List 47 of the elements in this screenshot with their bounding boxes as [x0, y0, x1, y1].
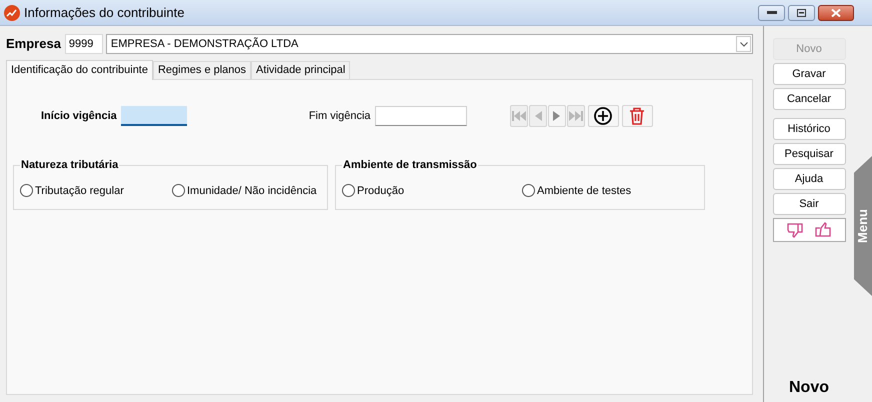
- status-text: Novo: [789, 378, 829, 398]
- company-dropdown[interactable]: EMPRESA - DEMONSTRAÇÃO LTDA: [106, 34, 753, 54]
- restore-button[interactable]: [788, 4, 815, 20]
- chevron-down-icon: [740, 42, 748, 46]
- last-record-icon: [568, 110, 583, 122]
- company-name: EMPRESA - DEMONSTRAÇÃO LTDA: [110, 36, 298, 52]
- group-title: Natureza tributária: [20, 158, 120, 173]
- action-button[interactable]: Gravar: [772, 63, 846, 85]
- maximize-icon: [797, 8, 806, 16]
- dropdown-toggle[interactable]: [736, 36, 751, 52]
- radio-option[interactable]: Produção: [342, 182, 522, 199]
- trash-icon: [629, 107, 646, 125]
- radio-option[interactable]: Imunidade/ Não incidência: [172, 182, 317, 199]
- tab[interactable]: Atividade principal: [251, 61, 350, 79]
- empresa-label: Empresa: [6, 35, 61, 54]
- minimize-icon: [766, 10, 776, 14]
- action-button[interactable]: Cancelar: [772, 88, 846, 110]
- first-record-icon: [512, 110, 526, 122]
- close-button[interactable]: [818, 4, 854, 20]
- action-button[interactable]: Pesquisar: [772, 143, 846, 165]
- end-date-field[interactable]: [374, 106, 467, 126]
- radio-button[interactable]: [20, 184, 33, 198]
- action-button[interactable]: Ajuda: [772, 168, 846, 190]
- app-icon: [4, 4, 20, 20]
- radio-option[interactable]: Ambiente de testes: [522, 182, 632, 199]
- previous-icon: [532, 110, 543, 122]
- radio-button[interactable]: [172, 184, 185, 198]
- next-icon: [552, 110, 562, 122]
- record-nav-button[interactable]: [588, 105, 619, 127]
- fim-vigencia-label: Fim vigência: [308, 108, 371, 124]
- radio-option[interactable]: Tributação regular: [20, 182, 172, 199]
- close-icon: [831, 8, 841, 16]
- radio-button[interactable]: [522, 184, 535, 198]
- add-icon: [594, 107, 612, 125]
- group-title: Ambiente de transmissão: [342, 158, 478, 173]
- radio-button[interactable]: [342, 184, 355, 198]
- thumbs-down-icon[interactable]: [787, 222, 805, 238]
- inicio-vigencia-label: Início vigência: [41, 108, 117, 124]
- start-date-field[interactable]: [120, 106, 187, 126]
- tab[interactable]: Regimes e planos: [152, 61, 252, 79]
- thumbs-up-icon[interactable]: [813, 222, 831, 238]
- company-code-field[interactable]: 9999: [64, 34, 103, 54]
- action-button[interactable]: Sair: [772, 193, 846, 215]
- minimize-button[interactable]: [758, 4, 785, 20]
- window-title: Informações do contribuinte: [24, 4, 184, 22]
- action-button[interactable]: Histórico: [772, 118, 846, 140]
- tab[interactable]: Identificação do contribuinte: [6, 60, 153, 80]
